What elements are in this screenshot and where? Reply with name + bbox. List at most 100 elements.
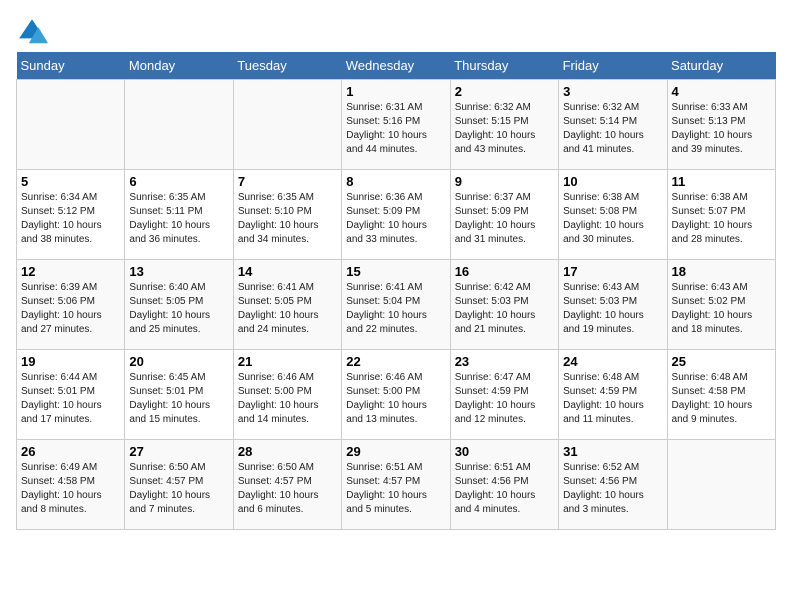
calendar-day-26: 26 Sunrise: 6:49 AM Sunset: 4:58 PM Dayli… bbox=[17, 440, 125, 530]
day-number: 29 bbox=[346, 444, 445, 459]
calendar-day-17: 17 Sunrise: 6:43 AM Sunset: 5:03 PM Dayli… bbox=[559, 260, 667, 350]
day-info: Sunrise: 6:35 AM Sunset: 5:11 PM Dayligh… bbox=[129, 191, 228, 247]
day-info: Sunrise: 6:52 AM Sunset: 4:56 PM Dayligh… bbox=[563, 461, 662, 517]
calendar-day-1: 1Sunrise: 6:31 AM Sunset: 5:16 PM Daylig… bbox=[342, 80, 450, 170]
calendar-day-27: 27 Sunrise: 6:50 AM Sunset: 4:57 PM Dayli… bbox=[125, 440, 233, 530]
logo-icon bbox=[16, 16, 48, 48]
day-number: 8 bbox=[346, 174, 445, 189]
calendar-day-25: 25 Sunrise: 6:48 AM Sunset: 4:58 PM Dayli… bbox=[667, 350, 775, 440]
calendar-day-8: 8 Sunrise: 6:36 AM Sunset: 5:09 PM Daylig… bbox=[342, 170, 450, 260]
day-info: Sunrise: 6:39 AM Sunset: 5:06 PM Dayligh… bbox=[21, 281, 120, 337]
calendar-day-21: 21 Sunrise: 6:46 AM Sunset: 5:00 PM Dayli… bbox=[233, 350, 341, 440]
day-header-friday: Friday bbox=[559, 52, 667, 80]
day-info: Sunrise: 6:45 AM Sunset: 5:01 PM Dayligh… bbox=[129, 371, 228, 427]
day-info: Sunrise: 6:35 AM Sunset: 5:10 PM Dayligh… bbox=[238, 191, 337, 247]
calendar-day-30: 30Sunrise: 6:51 AM Sunset: 4:56 PM Dayli… bbox=[450, 440, 558, 530]
day-header-tuesday: Tuesday bbox=[233, 52, 341, 80]
day-number: 7 bbox=[238, 174, 337, 189]
day-info: Sunrise: 6:44 AM Sunset: 5:01 PM Dayligh… bbox=[21, 371, 120, 427]
day-number: 1 bbox=[346, 84, 445, 99]
day-number: 12 bbox=[21, 264, 120, 279]
calendar-day-10: 10 Sunrise: 6:38 AM Sunset: 5:08 PM Dayli… bbox=[559, 170, 667, 260]
day-number: 20 bbox=[129, 354, 228, 369]
calendar-day-28: 28 Sunrise: 6:50 AM Sunset: 4:57 PM Dayli… bbox=[233, 440, 341, 530]
calendar-day-31: 31 Sunrise: 6:52 AM Sunset: 4:56 PM Dayli… bbox=[559, 440, 667, 530]
day-header-saturday: Saturday bbox=[667, 52, 775, 80]
day-info: Sunrise: 6:49 AM Sunset: 4:58 PM Dayligh… bbox=[21, 461, 120, 517]
calendar-header-row: SundayMondayTuesdayWednesdayThursdayFrid… bbox=[17, 52, 776, 80]
day-header-thursday: Thursday bbox=[450, 52, 558, 80]
calendar-day-7: 7 Sunrise: 6:35 AM Sunset: 5:10 PM Daylig… bbox=[233, 170, 341, 260]
day-header-wednesday: Wednesday bbox=[342, 52, 450, 80]
day-number: 3 bbox=[563, 84, 662, 99]
day-info: Sunrise: 6:38 AM Sunset: 5:07 PM Dayligh… bbox=[672, 191, 771, 247]
calendar-day-19: 19 Sunrise: 6:44 AM Sunset: 5:01 PM Dayli… bbox=[17, 350, 125, 440]
calendar-day-5: 5 Sunrise: 6:34 AM Sunset: 5:12 PM Daylig… bbox=[17, 170, 125, 260]
calendar-day-4: 4 Sunrise: 6:33 AM Sunset: 5:13 PM Daylig… bbox=[667, 80, 775, 170]
day-info: Sunrise: 6:47 AM Sunset: 4:59 PM Dayligh… bbox=[455, 371, 554, 427]
day-info: Sunrise: 6:40 AM Sunset: 5:05 PM Dayligh… bbox=[129, 281, 228, 337]
calendar-day-16: 16 Sunrise: 6:42 AM Sunset: 5:03 PM Dayli… bbox=[450, 260, 558, 350]
day-number: 17 bbox=[563, 264, 662, 279]
calendar-week-row: 12 Sunrise: 6:39 AM Sunset: 5:06 PM Dayli… bbox=[17, 260, 776, 350]
calendar-day-23: 23 Sunrise: 6:47 AM Sunset: 4:59 PM Dayli… bbox=[450, 350, 558, 440]
day-info: Sunrise: 6:41 AM Sunset: 5:04 PM Dayligh… bbox=[346, 281, 445, 337]
day-info: Sunrise: 6:41 AM Sunset: 5:05 PM Dayligh… bbox=[238, 281, 337, 337]
day-info: Sunrise: 6:46 AM Sunset: 5:00 PM Dayligh… bbox=[346, 371, 445, 427]
calendar-day-20: 20 Sunrise: 6:45 AM Sunset: 5:01 PM Dayli… bbox=[125, 350, 233, 440]
day-info: Sunrise: 6:43 AM Sunset: 5:02 PM Dayligh… bbox=[672, 281, 771, 337]
day-number: 11 bbox=[672, 174, 771, 189]
day-number: 10 bbox=[563, 174, 662, 189]
calendar-day-14: 14Sunrise: 6:41 AM Sunset: 5:05 PM Dayli… bbox=[233, 260, 341, 350]
day-header-monday: Monday bbox=[125, 52, 233, 80]
calendar-week-row: 26 Sunrise: 6:49 AM Sunset: 4:58 PM Dayli… bbox=[17, 440, 776, 530]
day-info: Sunrise: 6:32 AM Sunset: 5:15 PM Dayligh… bbox=[455, 101, 554, 157]
calendar-day-9: 9 Sunrise: 6:37 AM Sunset: 5:09 PM Daylig… bbox=[450, 170, 558, 260]
day-info: Sunrise: 6:48 AM Sunset: 4:58 PM Dayligh… bbox=[672, 371, 771, 427]
day-info: Sunrise: 6:50 AM Sunset: 4:57 PM Dayligh… bbox=[129, 461, 228, 517]
calendar-empty-cell bbox=[125, 80, 233, 170]
day-number: 30 bbox=[455, 444, 554, 459]
day-number: 5 bbox=[21, 174, 120, 189]
day-number: 26 bbox=[21, 444, 120, 459]
day-number: 23 bbox=[455, 354, 554, 369]
day-info: Sunrise: 6:34 AM Sunset: 5:12 PM Dayligh… bbox=[21, 191, 120, 247]
calendar-day-12: 12 Sunrise: 6:39 AM Sunset: 5:06 PM Dayli… bbox=[17, 260, 125, 350]
day-info: Sunrise: 6:37 AM Sunset: 5:09 PM Dayligh… bbox=[455, 191, 554, 247]
calendar-table: SundayMondayTuesdayWednesdayThursdayFrid… bbox=[16, 52, 776, 530]
day-info: Sunrise: 6:33 AM Sunset: 5:13 PM Dayligh… bbox=[672, 101, 771, 157]
calendar-week-row: 5 Sunrise: 6:34 AM Sunset: 5:12 PM Daylig… bbox=[17, 170, 776, 260]
calendar-day-6: 6Sunrise: 6:35 AM Sunset: 5:11 PM Daylig… bbox=[125, 170, 233, 260]
day-number: 19 bbox=[21, 354, 120, 369]
day-info: Sunrise: 6:43 AM Sunset: 5:03 PM Dayligh… bbox=[563, 281, 662, 337]
day-number: 27 bbox=[129, 444, 228, 459]
day-number: 21 bbox=[238, 354, 337, 369]
logo bbox=[16, 16, 52, 48]
calendar-day-22: 22 Sunrise: 6:46 AM Sunset: 5:00 PM Dayli… bbox=[342, 350, 450, 440]
day-info: Sunrise: 6:38 AM Sunset: 5:08 PM Dayligh… bbox=[563, 191, 662, 247]
day-info: Sunrise: 6:42 AM Sunset: 5:03 PM Dayligh… bbox=[455, 281, 554, 337]
day-header-sunday: Sunday bbox=[17, 52, 125, 80]
day-number: 4 bbox=[672, 84, 771, 99]
calendar-empty-cell bbox=[17, 80, 125, 170]
calendar-empty-cell bbox=[667, 440, 775, 530]
day-number: 22 bbox=[346, 354, 445, 369]
day-info: Sunrise: 6:50 AM Sunset: 4:57 PM Dayligh… bbox=[238, 461, 337, 517]
day-number: 16 bbox=[455, 264, 554, 279]
calendar-day-11: 11 Sunrise: 6:38 AM Sunset: 5:07 PM Dayli… bbox=[667, 170, 775, 260]
day-number: 18 bbox=[672, 264, 771, 279]
day-number: 9 bbox=[455, 174, 554, 189]
calendar-week-row: 1Sunrise: 6:31 AM Sunset: 5:16 PM Daylig… bbox=[17, 80, 776, 170]
day-info: Sunrise: 6:46 AM Sunset: 5:00 PM Dayligh… bbox=[238, 371, 337, 427]
day-number: 15 bbox=[346, 264, 445, 279]
day-number: 31 bbox=[563, 444, 662, 459]
page-header bbox=[16, 16, 776, 48]
day-number: 25 bbox=[672, 354, 771, 369]
day-number: 13 bbox=[129, 264, 228, 279]
day-info: Sunrise: 6:48 AM Sunset: 4:59 PM Dayligh… bbox=[563, 371, 662, 427]
calendar-week-row: 19 Sunrise: 6:44 AM Sunset: 5:01 PM Dayli… bbox=[17, 350, 776, 440]
calendar-day-13: 13 Sunrise: 6:40 AM Sunset: 5:05 PM Dayli… bbox=[125, 260, 233, 350]
day-number: 28 bbox=[238, 444, 337, 459]
day-info: Sunrise: 6:36 AM Sunset: 5:09 PM Dayligh… bbox=[346, 191, 445, 247]
calendar-day-15: 15 Sunrise: 6:41 AM Sunset: 5:04 PM Dayli… bbox=[342, 260, 450, 350]
